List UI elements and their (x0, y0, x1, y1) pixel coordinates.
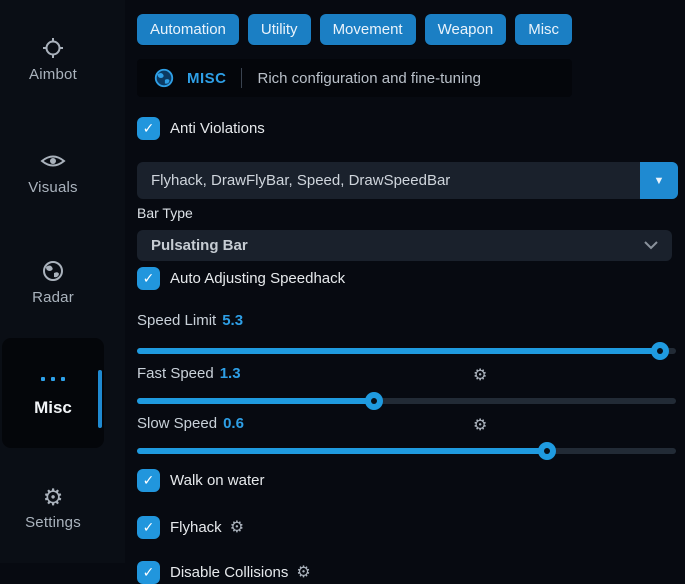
tab-misc[interactable]: Misc (515, 14, 572, 45)
gear-icon[interactable]: ⚙ (473, 415, 487, 435)
checkbox-label: Walk on water (170, 472, 264, 489)
gear-icon: ⚙ (0, 484, 106, 510)
chevron-down-icon (644, 241, 658, 250)
speed-limit-value: 5.3 (222, 312, 243, 329)
caret-down-icon: ▼ (654, 175, 665, 187)
gear-icon[interactable]: ⚙ (296, 562, 310, 582)
slider-fill (137, 398, 374, 404)
section-subtitle: Rich configuration and fine-tuning (258, 70, 481, 87)
sidebar-item-label: Settings (0, 514, 106, 531)
fast-speed-label: Fast Speed1.3 ⚙ (137, 365, 685, 383)
tab-weapon[interactable]: Weapon (425, 14, 507, 45)
auto-adjusting-row: ✓ Auto Adjusting Speedhack (137, 266, 685, 290)
flags-input[interactable] (137, 162, 678, 199)
slider-thumb[interactable] (365, 392, 383, 410)
flags-dropdown-button[interactable]: ▼ (640, 162, 678, 199)
walk-on-water-row: ✓ Walk on water (137, 468, 685, 492)
sidebar-item-radar[interactable]: Radar (0, 259, 106, 306)
gear-icon[interactable]: ⚙ (473, 365, 487, 385)
flyhack-row: ✓ Flyhack ⚙ (137, 515, 685, 539)
bar-type-select[interactable]: Pulsating Bar (137, 230, 672, 261)
slider-fill (137, 448, 547, 454)
fast-speed-slider[interactable] (137, 392, 676, 410)
bar-type-label: Bar Type (137, 205, 685, 221)
globe-icon (153, 67, 175, 89)
tab-automation[interactable]: Automation (137, 14, 239, 45)
sidebar-item-label: Aimbot (0, 66, 106, 83)
eye-icon (0, 149, 106, 175)
section-header: MISC Rich configuration and fine-tuning (137, 59, 572, 97)
checkbox-label: Auto Adjusting Speedhack (170, 270, 345, 287)
active-indicator (98, 370, 102, 428)
tab-movement[interactable]: Movement (320, 14, 416, 45)
fast-speed-value: 1.3 (220, 365, 241, 382)
crosshair-icon (0, 36, 106, 62)
sidebar: Aimbot Visuals Radar Misc ⚙ Settings (0, 0, 125, 563)
sidebar-item-misc-selected[interactable]: Misc (2, 338, 104, 448)
main-content: Automation Utility Movement Weapon Misc … (137, 0, 685, 563)
slow-speed-slider[interactable] (137, 442, 676, 460)
slow-speed-value: 0.6 (223, 415, 244, 432)
auto-adjusting-checkbox[interactable]: ✓ (137, 267, 160, 290)
checkbox-label: Disable Collisions (170, 564, 288, 581)
speed-limit-slider[interactable] (137, 342, 676, 360)
ellipsis-icon (2, 368, 104, 386)
sidebar-item-aimbot[interactable]: Aimbot (0, 36, 106, 83)
section-title: MISC (187, 70, 227, 87)
disable-collisions-row: ✓ Disable Collisions ⚙ (137, 560, 685, 584)
flags-field: ▼ (137, 162, 678, 199)
slow-speed-label: Slow Speed0.6 ⚙ (137, 415, 685, 433)
disable-collisions-checkbox[interactable]: ✓ (137, 561, 160, 584)
gear-icon[interactable]: ⚙ (230, 517, 244, 537)
checkbox-label: Flyhack (170, 519, 222, 536)
tab-utility[interactable]: Utility (248, 14, 311, 45)
speed-limit-label: Speed Limit5.3 (137, 312, 685, 330)
category-tabs: Automation Utility Movement Weapon Misc (137, 14, 685, 45)
sidebar-item-label: Radar (0, 289, 106, 306)
slider-thumb[interactable] (651, 342, 669, 360)
sidebar-item-settings[interactable]: ⚙ Settings (0, 484, 106, 531)
anti-violations-checkbox[interactable]: ✓ (137, 117, 160, 140)
anti-violations-row: ✓ Anti Violations (137, 116, 685, 140)
walk-on-water-checkbox[interactable]: ✓ (137, 469, 160, 492)
globe-icon (0, 259, 106, 285)
divider (241, 68, 242, 88)
flyhack-checkbox[interactable]: ✓ (137, 516, 160, 539)
bar-type-value: Pulsating Bar (151, 237, 248, 254)
slider-fill (137, 348, 660, 354)
slider-thumb[interactable] (538, 442, 556, 460)
sidebar-item-label: Misc (2, 398, 104, 418)
checkbox-label: Anti Violations (170, 120, 265, 137)
sidebar-item-label: Visuals (0, 179, 106, 196)
sidebar-item-visuals[interactable]: Visuals (0, 149, 106, 196)
